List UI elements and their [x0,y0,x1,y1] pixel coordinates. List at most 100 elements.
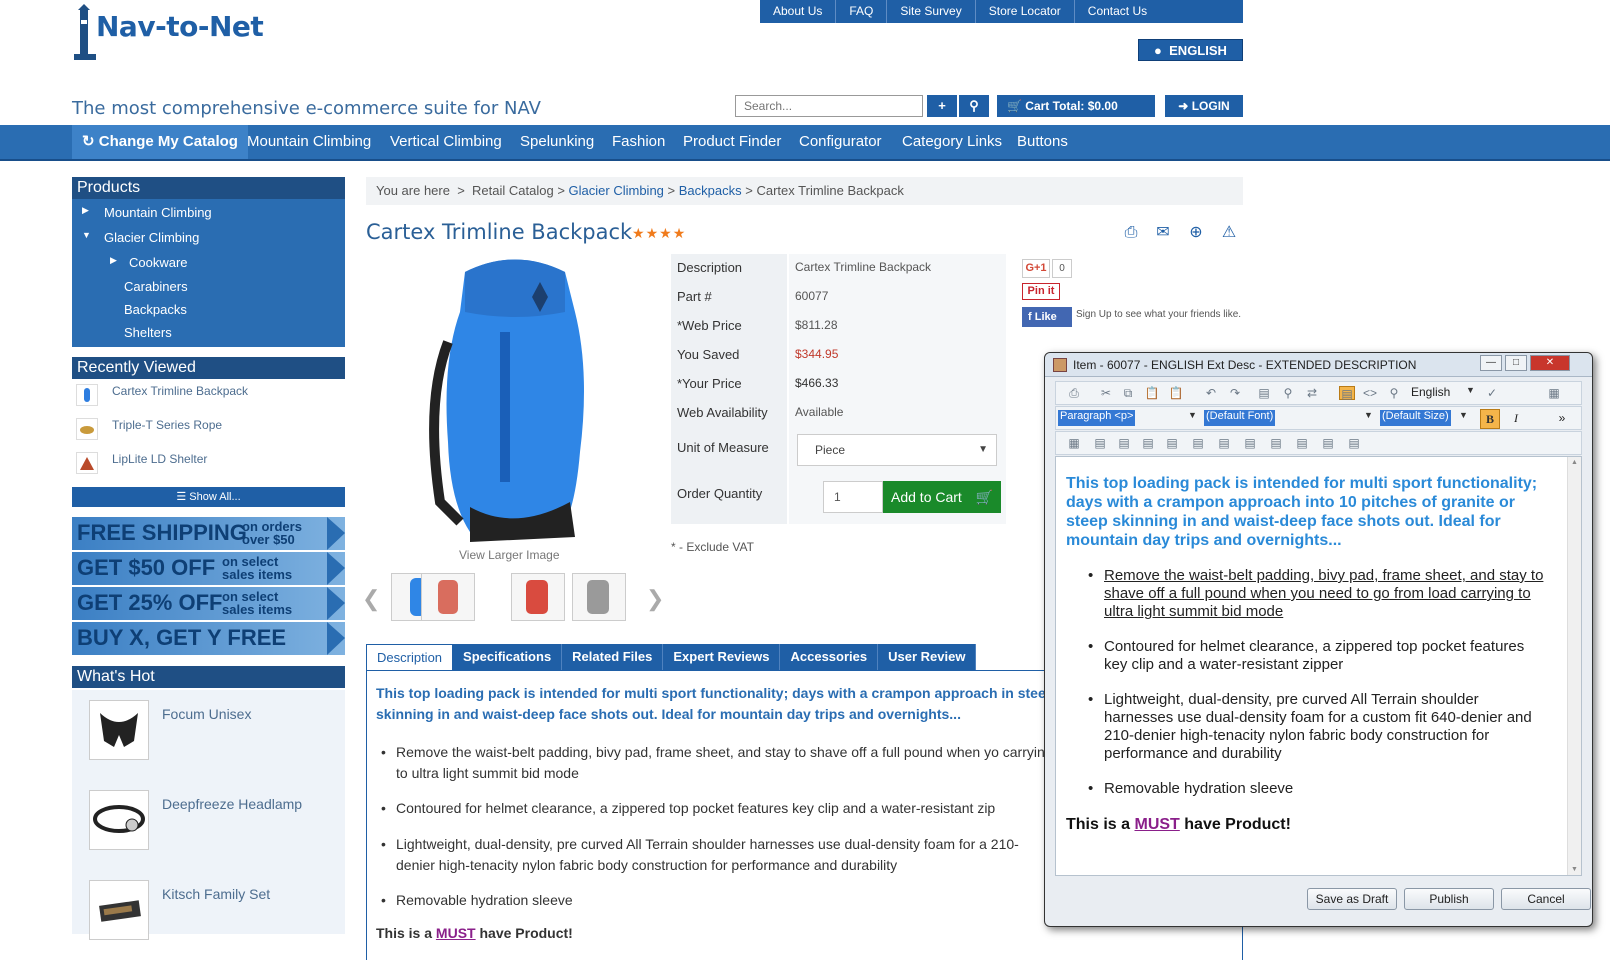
html-view-icon[interactable]: <> [1362,386,1378,400]
editor-bullet[interactable]: Removable hydration sleeve [1088,780,1544,798]
facebook-signup-text[interactable]: Sign Up to see what your friends like. [1076,308,1246,321]
paste-icon[interactable]: 📋 [1144,386,1160,400]
select-all-icon[interactable]: ▤ [1256,386,1272,400]
tab-specifications[interactable]: Specifications [453,644,563,670]
recent-item-label[interactable]: Cartex Trimline Backpack [112,384,248,398]
paste-special-icon[interactable]: 📋 [1168,386,1184,400]
product-thumbnail[interactable] [421,573,475,621]
delete-cell-icon[interactable]: ▤ [1320,436,1336,450]
nav-category-links[interactable]: Category Links [902,125,1002,159]
top-link-faq[interactable]: FAQ [836,0,888,23]
cell-properties-icon[interactable]: ▤ [1346,436,1362,450]
recent-item-label[interactable]: Triple-T Series Rope [112,418,222,432]
login-button[interactable]: ➜ LOGIN [1165,95,1243,117]
more-options-icon[interactable]: » [1554,411,1570,425]
paragraph-format-select[interactable]: Paragraph <p> [1058,410,1136,426]
product-category-shelters[interactable]: Shelters [124,325,172,340]
editor-bullet[interactable]: Contoured for helmet clearance, a zipper… [1088,638,1544,674]
insert-column-right-icon[interactable]: ▤ [1190,436,1206,450]
product-thumbnail[interactable] [572,573,626,621]
product-category-glacier[interactable]: Glacier Climbing [104,230,199,245]
editor-bullet[interactable]: Remove the waist-belt padding, bivy pad,… [1088,567,1544,621]
italic-button[interactable]: I [1508,411,1524,425]
editor-intro[interactable]: This top loading pack is intended for mu… [1066,474,1546,550]
chevron-right-icon[interactable]: ❯ [646,586,664,612]
product-category-cookware[interactable]: Cookware [129,255,188,270]
editor-must-link[interactable]: MUST [1134,816,1179,833]
must-link[interactable]: MUST [436,925,476,941]
promo-banner-buy-x[interactable]: BUY X, GET Y FREE [72,622,345,655]
add-to-cart-button[interactable]: Add to Cart 🛒 [883,481,1001,513]
publish-button[interactable]: Publish [1404,888,1494,910]
logo-text[interactable]: Nav-to-Net [96,10,264,43]
replace-icon[interactable]: ⇄ [1304,386,1320,400]
maximize-icon[interactable]: □ [1505,355,1527,371]
hot-item-label[interactable]: Deepfreeze Headlamp [162,796,302,812]
print-icon[interactable]: ⎙ [1121,223,1141,243]
spellcheck-icon[interactable]: ✓ [1484,386,1500,400]
print-icon[interactable]: ⎙ [1066,386,1082,400]
undo-icon[interactable]: ↶ [1203,386,1219,400]
nav-vertical-climbing[interactable]: Vertical Climbing [390,125,502,159]
hot-item-label[interactable]: Kitsch Family Set [162,886,270,902]
delete-row-icon[interactable]: ▤ [1216,436,1232,450]
search-icon[interactable]: ⚲ [959,95,989,117]
tab-related-files[interactable]: Related Files [562,644,664,670]
add-circle-icon[interactable]: ⊕ [1186,223,1206,243]
show-all-button[interactable]: ☰ Show All... [72,487,345,507]
promo-banner-50-off[interactable]: GET $50 OFF on select sales items [72,552,345,585]
nav-buttons[interactable]: Buttons [1017,125,1068,159]
recent-item[interactable]: LipLite LD Shelter [72,448,345,480]
search-input[interactable] [735,95,923,117]
top-link-survey[interactable]: Site Survey [887,0,976,23]
quantity-input[interactable]: 1 [823,481,883,513]
size-select[interactable]: (Default Size) [1380,410,1451,426]
close-icon[interactable]: ✕ [1530,355,1570,371]
split-cell-icon[interactable]: ▤ [1294,436,1310,450]
chevron-down-icon[interactable]: ▼ [1188,410,1197,420]
product-category-carabiners[interactable]: Carabiners [124,279,188,294]
merge-cells-icon[interactable]: ▤ [1268,436,1284,450]
tab-expert-reviews[interactable]: Expert Reviews [663,644,781,670]
find-icon[interactable]: ⚲ [1280,386,1296,400]
design-view-icon[interactable]: ▤ [1339,386,1355,401]
hot-item[interactable]: Focum Unisex [72,690,345,780]
product-thumbnail[interactable] [511,573,565,621]
cancel-button[interactable]: Cancel [1501,888,1591,910]
editor-bullet[interactable]: Lightweight, dual-density, pre curved Al… [1088,691,1544,763]
chevron-down-icon[interactable]: ▼ [1364,410,1373,420]
language-button[interactable]: ● ENGLISH [1138,39,1243,61]
insert-row-above-icon[interactable]: ▤ [1116,436,1132,450]
chevron-down-icon[interactable]: ▼ [1459,410,1468,420]
scroll-down-icon[interactable]: ▼ [1571,866,1578,873]
font-select[interactable]: (Default Font) [1204,410,1276,426]
nav-configurator[interactable]: Configurator [799,125,882,159]
hot-item[interactable]: Kitsch Family Set [72,870,345,940]
tab-description[interactable]: Description [366,644,454,670]
insert-row-below-icon[interactable]: ▤ [1140,436,1156,450]
editor-must-line[interactable]: This is a MUST have Product! [1066,816,1291,834]
top-link-contact[interactable]: Contact Us [1075,0,1160,23]
recent-item[interactable]: Cartex Trimline Backpack [72,380,345,412]
insert-column-left-icon[interactable]: ▤ [1164,436,1180,450]
breadcrumb-retail[interactable]: Retail Catalog [472,183,554,198]
redo-icon[interactable]: ↷ [1227,386,1243,400]
dialog-titlebar[interactable]: Item - 60077 - ENGLISH Ext Desc - EXTEND… [1045,353,1592,377]
chevron-down-icon[interactable]: ▼ [1466,385,1475,395]
breadcrumb-glacier[interactable]: Glacier Climbing [569,183,664,198]
save-draft-button[interactable]: Save as Draft [1307,888,1397,910]
nav-fashion[interactable]: Fashion [612,125,665,159]
hot-item[interactable]: Deepfreeze Headlamp [72,780,345,870]
scroll-up-icon[interactable]: ▲ [1571,459,1578,466]
rich-text-editor[interactable]: ▲ ▼ This top loading pack is intended fo… [1055,456,1582,876]
preview-icon[interactable]: ⚲ [1386,386,1402,400]
hot-item-label[interactable]: Focum Unisex [162,706,251,722]
product-category-backpacks[interactable]: Backpacks [124,302,187,317]
tab-accessories[interactable]: Accessories [780,644,879,670]
bold-button[interactable]: B [1480,409,1500,429]
recent-item-label[interactable]: LipLite LD Shelter [112,452,207,466]
cut-icon[interactable]: ✂ [1098,386,1114,400]
table-icon[interactable]: ▦ [1546,386,1562,400]
top-link-about[interactable]: About Us [760,0,837,23]
cart-button[interactable]: 🛒 Cart Total: $0.00 [997,95,1155,117]
